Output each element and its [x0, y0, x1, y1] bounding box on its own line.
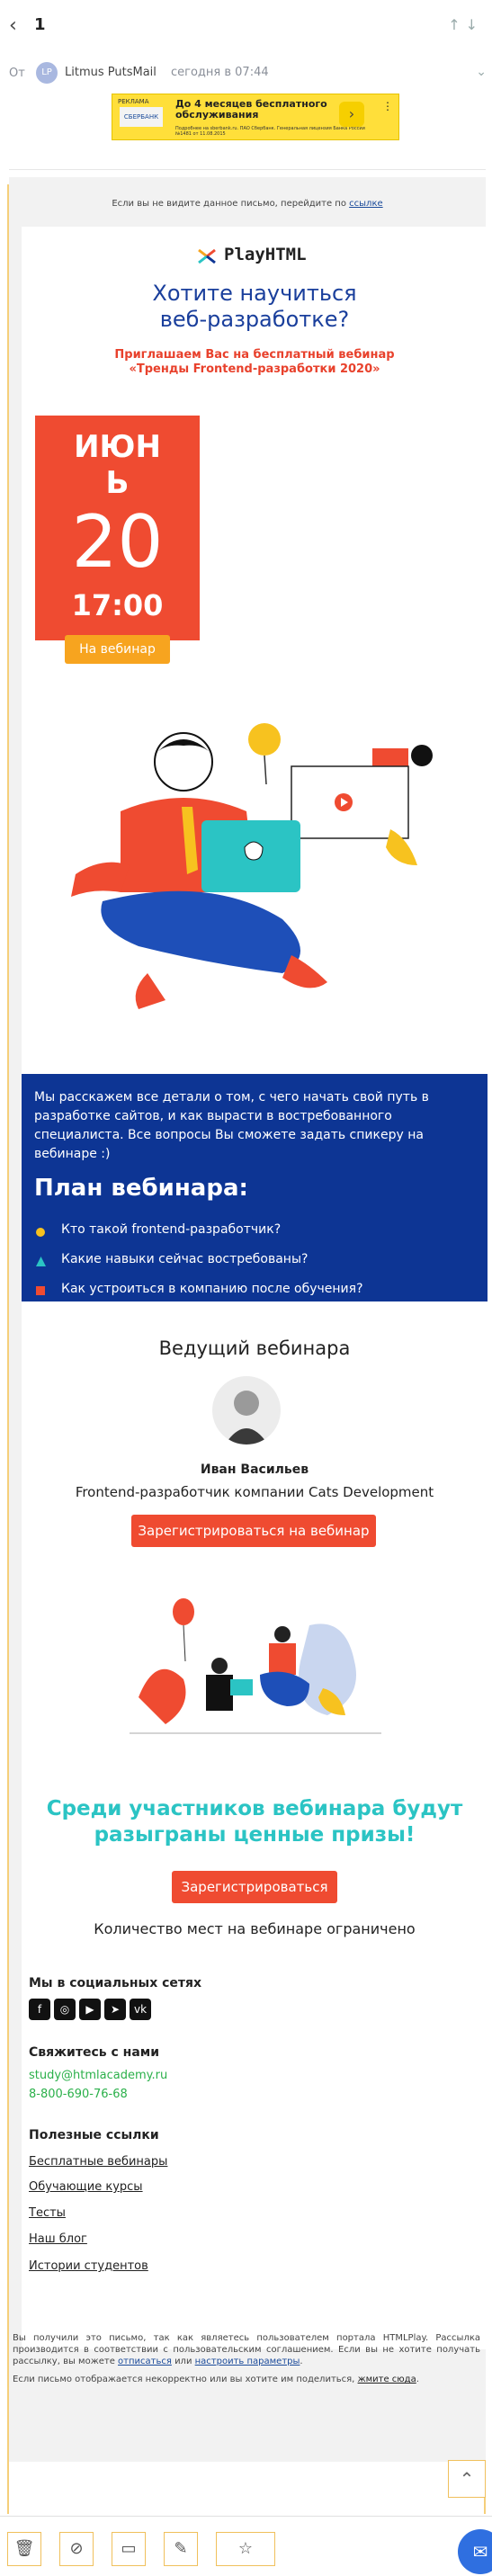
avatar: LP — [36, 62, 58, 84]
settings-link[interactable]: настроить параметры — [195, 2357, 300, 2366]
date-month: ИЮНЬ — [74, 429, 161, 501]
webinar-button[interactable]: На вебинар — [65, 635, 170, 664]
intro-text: Мы расскажем все детали о том, с чего на… — [34, 1090, 429, 1161]
ad-title: До 4 месяцев бесплатного обслуживания — [175, 98, 327, 121]
legal-or: или — [174, 2357, 192, 2366]
logo-text: PlayHTML — [224, 245, 307, 264]
plan-item: Кто такой frontend-разработчик? — [61, 1222, 282, 1237]
contact-email[interactable]: study@htmlacademy.ru — [29, 2069, 167, 2082]
date-day: 20 — [71, 500, 164, 584]
sent-time: сегодня в 07:44 — [171, 66, 269, 79]
scroll-up-button[interactable]: ⌃ — [448, 2460, 486, 2498]
facebook-icon[interactable]: f — [29, 1999, 50, 2020]
footer-link[interactable]: Обучающие курсы — [29, 2180, 143, 2194]
plan-item: Как устроиться в компанию после обучения… — [61, 1282, 363, 1296]
plan-item: Какие навыки сейчас востребованы? — [61, 1252, 309, 1266]
contact-title: Свяжитесь с нами — [29, 2045, 160, 2060]
host-role: Frontend-разработчик компании Cats Devel… — [75, 1484, 434, 1500]
logo-mark-icon — [198, 248, 216, 264]
circle-bullet-icon — [36, 1228, 45, 1237]
square-bullet-icon — [36, 1286, 45, 1295]
star-icon[interactable]: ☆ — [216, 2532, 275, 2566]
contact-phone[interactable]: 8-800-690-76-68 — [29, 2088, 128, 2101]
footer-link[interactable]: Наш блог — [29, 2232, 87, 2246]
social-title: Мы в социальных сетях — [29, 1976, 202, 1990]
instagram-icon[interactable]: ◎ — [54, 1999, 76, 2020]
team-illustration — [130, 1598, 381, 1734]
vk-icon[interactable]: vk — [130, 1999, 151, 2020]
developer-illustration — [71, 723, 433, 1009]
folder-icon[interactable]: ▭ — [112, 2532, 146, 2566]
triangle-bullet-icon — [36, 1257, 46, 1266]
preview-note-text: Если вы не видите данное письмо, перейди… — [112, 199, 346, 209]
more-icon[interactable]: ⋮ — [382, 100, 393, 112]
footer-link[interactable]: Истории студентов — [29, 2259, 148, 2273]
mail-header — [0, 0, 492, 54]
telegram-icon[interactable]: ➤ — [104, 1999, 126, 2020]
host-photo — [212, 1376, 281, 1445]
legal-text: Вы получили это письмо, так как являетес… — [13, 2333, 480, 2366]
limited-note: Количество мест на вебинаре ограничено — [94, 1920, 416, 1937]
message-count: 1 — [34, 15, 46, 34]
preview-link[interactable]: ссылке — [349, 199, 382, 209]
from-label: От — [9, 67, 25, 80]
webinar-plan-section: Мы расскажем все детали о том, с чего на… — [22, 1074, 488, 1301]
ad-banner[interactable]: РЕКЛАМА СБЕРБАНК До 4 месяцев бесплатног… — [112, 94, 399, 140]
hero-title: Хотите научиться веб-разработке? — [152, 281, 357, 332]
links-title: Полезные ссылки — [29, 2128, 159, 2142]
footer-link[interactable]: Бесплатные вебинары — [29, 2155, 167, 2169]
chevron-down-icon[interactable]: ⌄ — [476, 65, 487, 79]
host-title: Ведущий вебинара — [158, 1337, 351, 1359]
chevron-right-icon[interactable]: › — [339, 102, 364, 127]
sender-name[interactable]: Litmus PutsMail — [65, 66, 157, 79]
plan-title: План вебинара: — [34, 1175, 248, 1202]
footer-link[interactable]: Тесты — [29, 2206, 66, 2220]
host-name: Иван Васильев — [200, 1462, 309, 1477]
register-button[interactable]: Зарегистрироваться — [172, 1871, 337, 1903]
ad-tag: РЕКЛАМА — [118, 98, 149, 105]
date-time: 17:00 — [71, 588, 164, 622]
share-link[interactable]: жмите сюда — [358, 2375, 416, 2384]
ad-logo: СБЕРБАНК — [120, 107, 163, 127]
preview-note: Если вы не видите данное письмо, перейди… — [9, 199, 486, 209]
legal-note: Если письмо отображается некорректно или… — [13, 2375, 419, 2384]
date-card: ИЮНЬ 20 17:00 На вебинар — [35, 416, 200, 664]
divider — [9, 169, 486, 170]
trash-icon[interactable]: 🗑 — [7, 2532, 41, 2566]
email-card: PlayHTML Хотите научиться веб-разработке… — [22, 227, 488, 2349]
unsubscribe-link[interactable]: отписаться — [118, 2357, 172, 2366]
prizes-title: Среди участников вебинара будут разыгран… — [46, 1797, 463, 1847]
legal-note-text: Если письмо отображается некорректно или… — [13, 2375, 355, 2384]
block-icon[interactable]: ⊘ — [59, 2532, 94, 2566]
ad-subtitle: Подробнее на sberbank.ru. ПАО Сбербанк. … — [175, 126, 365, 137]
youtube-icon[interactable]: ▶ — [79, 1999, 101, 2020]
register-webinar-button[interactable]: Зарегистрироваться на вебинар — [131, 1515, 376, 1547]
hero-subtitle: Приглашаем Вас на бесплатный вебинар «Тр… — [114, 348, 395, 376]
chevron-left-icon[interactable]: ‹ — [9, 14, 17, 37]
nav-arrows-icon[interactable]: ↑↓ — [448, 16, 483, 33]
edit-icon[interactable]: ✎ — [164, 2532, 198, 2566]
